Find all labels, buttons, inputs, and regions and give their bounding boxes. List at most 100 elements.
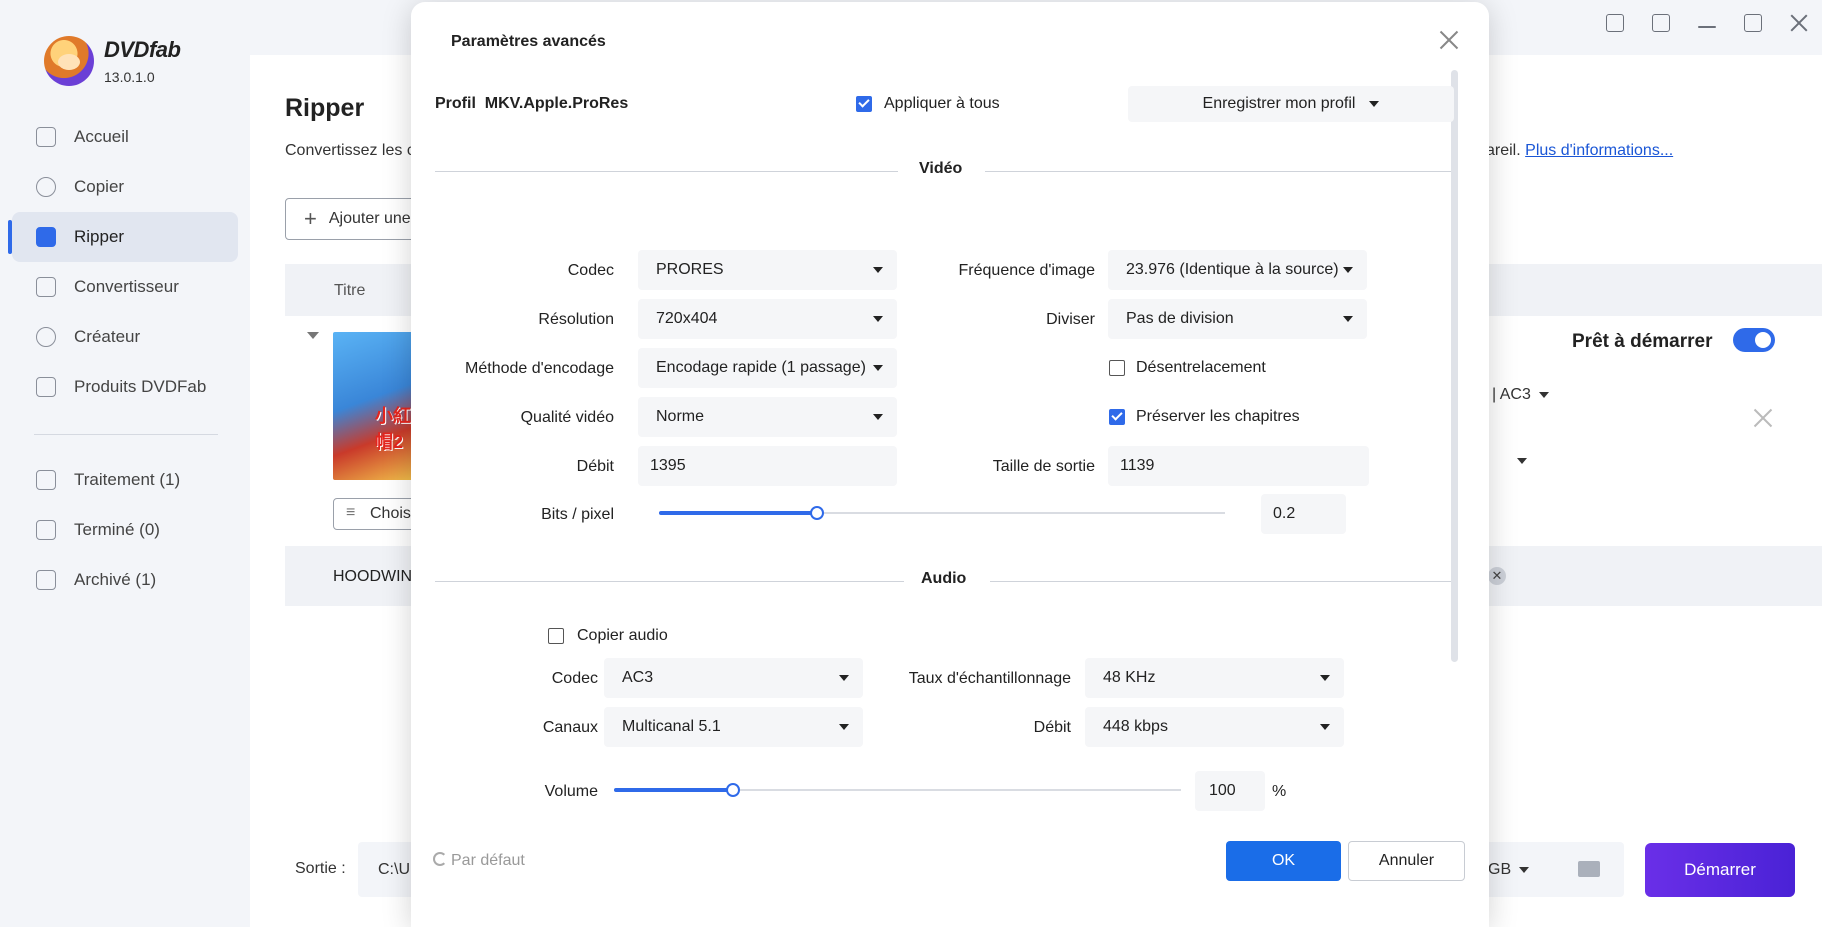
profile-name: MKV.Apple.ProRes bbox=[484, 95, 629, 112]
products-icon bbox=[36, 377, 56, 397]
output-size-input[interactable]: 1139 bbox=[1108, 446, 1369, 486]
save-profile-select[interactable]: Enregistrer mon profil bbox=[1128, 86, 1454, 122]
audio-bitrate-select[interactable]: 448 kbps bbox=[1085, 707, 1344, 747]
sub-title-text: HOODWIN bbox=[333, 568, 413, 585]
bits-per-pixel-input[interactable]: 0.2 bbox=[1261, 494, 1346, 534]
menu-icon[interactable] bbox=[1652, 14, 1670, 32]
profile-label: Profil MKV.Apple.ProRes bbox=[435, 95, 629, 112]
volume-unit: % bbox=[1272, 783, 1287, 800]
sidebar-item-produits[interactable]: Produits DVDFab bbox=[12, 362, 238, 412]
resolution-label: Résolution bbox=[538, 311, 614, 328]
audio-codec-label: Codec bbox=[551, 670, 598, 687]
default-button[interactable]: Par défaut bbox=[433, 852, 525, 870]
split-select[interactable]: Pas de division bbox=[1108, 299, 1367, 339]
volume-label: Volume bbox=[544, 783, 598, 800]
dialog-title: Paramètres avancés bbox=[451, 33, 606, 50]
video-bitrate-label: Débit bbox=[576, 458, 614, 475]
sidebar-item-ripper[interactable]: Ripper bbox=[8, 212, 238, 262]
split-label: Diviser bbox=[1046, 311, 1095, 328]
apply-all-checkbox[interactable] bbox=[856, 96, 872, 112]
window-controls bbox=[1606, 14, 1822, 32]
ripper-icon bbox=[36, 227, 56, 247]
video-quality-select[interactable]: Norme bbox=[638, 397, 897, 437]
volume-slider[interactable] bbox=[614, 782, 1181, 798]
reset-icon bbox=[433, 852, 447, 866]
chevron-down-icon bbox=[1343, 316, 1353, 322]
copy-icon bbox=[36, 177, 56, 197]
slider-knob[interactable] bbox=[726, 783, 740, 797]
sidebar-item-label: Ripper bbox=[74, 227, 125, 246]
framerate-label: Fréquence d'image bbox=[958, 262, 1095, 279]
video-quality-label: Qualité vidéo bbox=[520, 409, 614, 426]
converter-icon bbox=[36, 277, 56, 297]
plus-icon: + bbox=[304, 206, 317, 231]
bits-per-pixel-label: Bits / pixel bbox=[541, 506, 614, 523]
minimize-icon[interactable] bbox=[1698, 26, 1716, 28]
ok-button[interactable]: OK bbox=[1226, 841, 1341, 881]
home-icon bbox=[36, 127, 56, 147]
skin-icon[interactable] bbox=[1606, 14, 1624, 32]
preserve-chapters-checkbox[interactable] bbox=[1109, 409, 1125, 425]
video-section-header: Vidéo bbox=[435, 160, 1451, 182]
sidebar-item-termine[interactable]: Terminé (0) bbox=[12, 505, 238, 555]
preserve-chapters-label: Préserver les chapitres bbox=[1136, 408, 1300, 425]
collapse-caret-icon[interactable] bbox=[307, 332, 319, 339]
ready-toggle[interactable] bbox=[1733, 328, 1775, 352]
close-icon[interactable] bbox=[1439, 30, 1459, 50]
chevron-down-icon bbox=[873, 365, 883, 371]
archive-icon bbox=[36, 570, 56, 590]
audio-track-select[interactable]: | AC3 bbox=[1492, 386, 1549, 404]
sidebar-nav: Accueil Copier Ripper Convertisseur Créa… bbox=[8, 112, 238, 605]
sidebar: DVDfab 13.0.1.0 Accueil Copier Ripper Co… bbox=[0, 0, 250, 927]
encoding-method-select[interactable]: Encodage rapide (1 passage) bbox=[638, 348, 897, 388]
start-button[interactable]: Démarrer bbox=[1645, 843, 1795, 897]
chevron-down-icon bbox=[1519, 866, 1530, 873]
sidebar-item-label: Traitement (1) bbox=[74, 470, 181, 489]
bits-per-pixel-slider[interactable] bbox=[659, 505, 1225, 521]
sidebar-item-label: Produits DVDFab bbox=[74, 377, 207, 396]
column-title: Titre bbox=[334, 282, 366, 299]
movie-poster bbox=[333, 332, 415, 480]
remove-title-icon[interactable] bbox=[1752, 408, 1774, 430]
sidebar-item-createur[interactable]: Créateur bbox=[12, 312, 238, 362]
apply-all-label: Appliquer à tous bbox=[884, 95, 1000, 112]
app-logo: DVDfab 13.0.1.0 bbox=[44, 36, 181, 86]
folder-icon[interactable] bbox=[1556, 842, 1624, 897]
sidebar-item-traitement[interactable]: Traitement (1) bbox=[12, 455, 238, 505]
sidebar-item-label: Accueil bbox=[74, 127, 129, 146]
sidebar-item-copier[interactable]: Copier bbox=[12, 162, 238, 212]
more-info-link[interactable]: Plus d'informations... bbox=[1525, 142, 1673, 159]
sidebar-item-convertisseur[interactable]: Convertisseur bbox=[12, 262, 238, 312]
channels-label: Canaux bbox=[542, 719, 598, 736]
output-label: Sortie : bbox=[295, 860, 346, 877]
chevron-down-icon bbox=[1343, 267, 1353, 273]
chevron-down-icon bbox=[1369, 100, 1380, 107]
copy-audio-checkbox[interactable] bbox=[548, 628, 564, 644]
close-window-icon[interactable] bbox=[1790, 14, 1808, 32]
volume-input[interactable]: 100 bbox=[1195, 771, 1265, 811]
cancel-button[interactable]: Annuler bbox=[1348, 841, 1465, 881]
chevron-down-icon bbox=[1538, 391, 1549, 398]
deinterlace-label: Désentrelacement bbox=[1136, 359, 1266, 376]
slider-fill bbox=[614, 788, 733, 792]
sidebar-divider bbox=[34, 434, 218, 435]
sidebar-item-label: Copier bbox=[74, 177, 125, 196]
video-codec-label: Codec bbox=[567, 262, 614, 279]
remove-sub-title-icon[interactable]: ✕ bbox=[1488, 567, 1506, 585]
dialog-scrollbar[interactable] bbox=[1451, 70, 1458, 662]
audio-section-header: Audio bbox=[435, 570, 1451, 592]
subtitle-chevron-down-icon[interactable] bbox=[1517, 458, 1527, 464]
chevron-down-icon bbox=[1320, 724, 1330, 730]
sidebar-item-accueil[interactable]: Accueil bbox=[12, 112, 238, 162]
page-description: Convertissez les c bbox=[285, 142, 415, 159]
framerate-select[interactable]: 23.976 (Identique à la source) bbox=[1108, 250, 1367, 290]
sidebar-item-label: Créateur bbox=[74, 327, 141, 346]
sample-rate-select[interactable]: 48 KHz bbox=[1085, 658, 1344, 698]
processing-icon bbox=[36, 470, 56, 490]
deinterlace-checkbox[interactable] bbox=[1109, 360, 1125, 376]
sidebar-item-label: Convertisseur bbox=[74, 277, 179, 296]
maximize-icon[interactable] bbox=[1744, 14, 1762, 32]
sidebar-item-archive[interactable]: Archivé (1) bbox=[12, 555, 238, 605]
chevron-down-icon bbox=[873, 414, 883, 420]
slider-knob[interactable] bbox=[810, 506, 824, 520]
